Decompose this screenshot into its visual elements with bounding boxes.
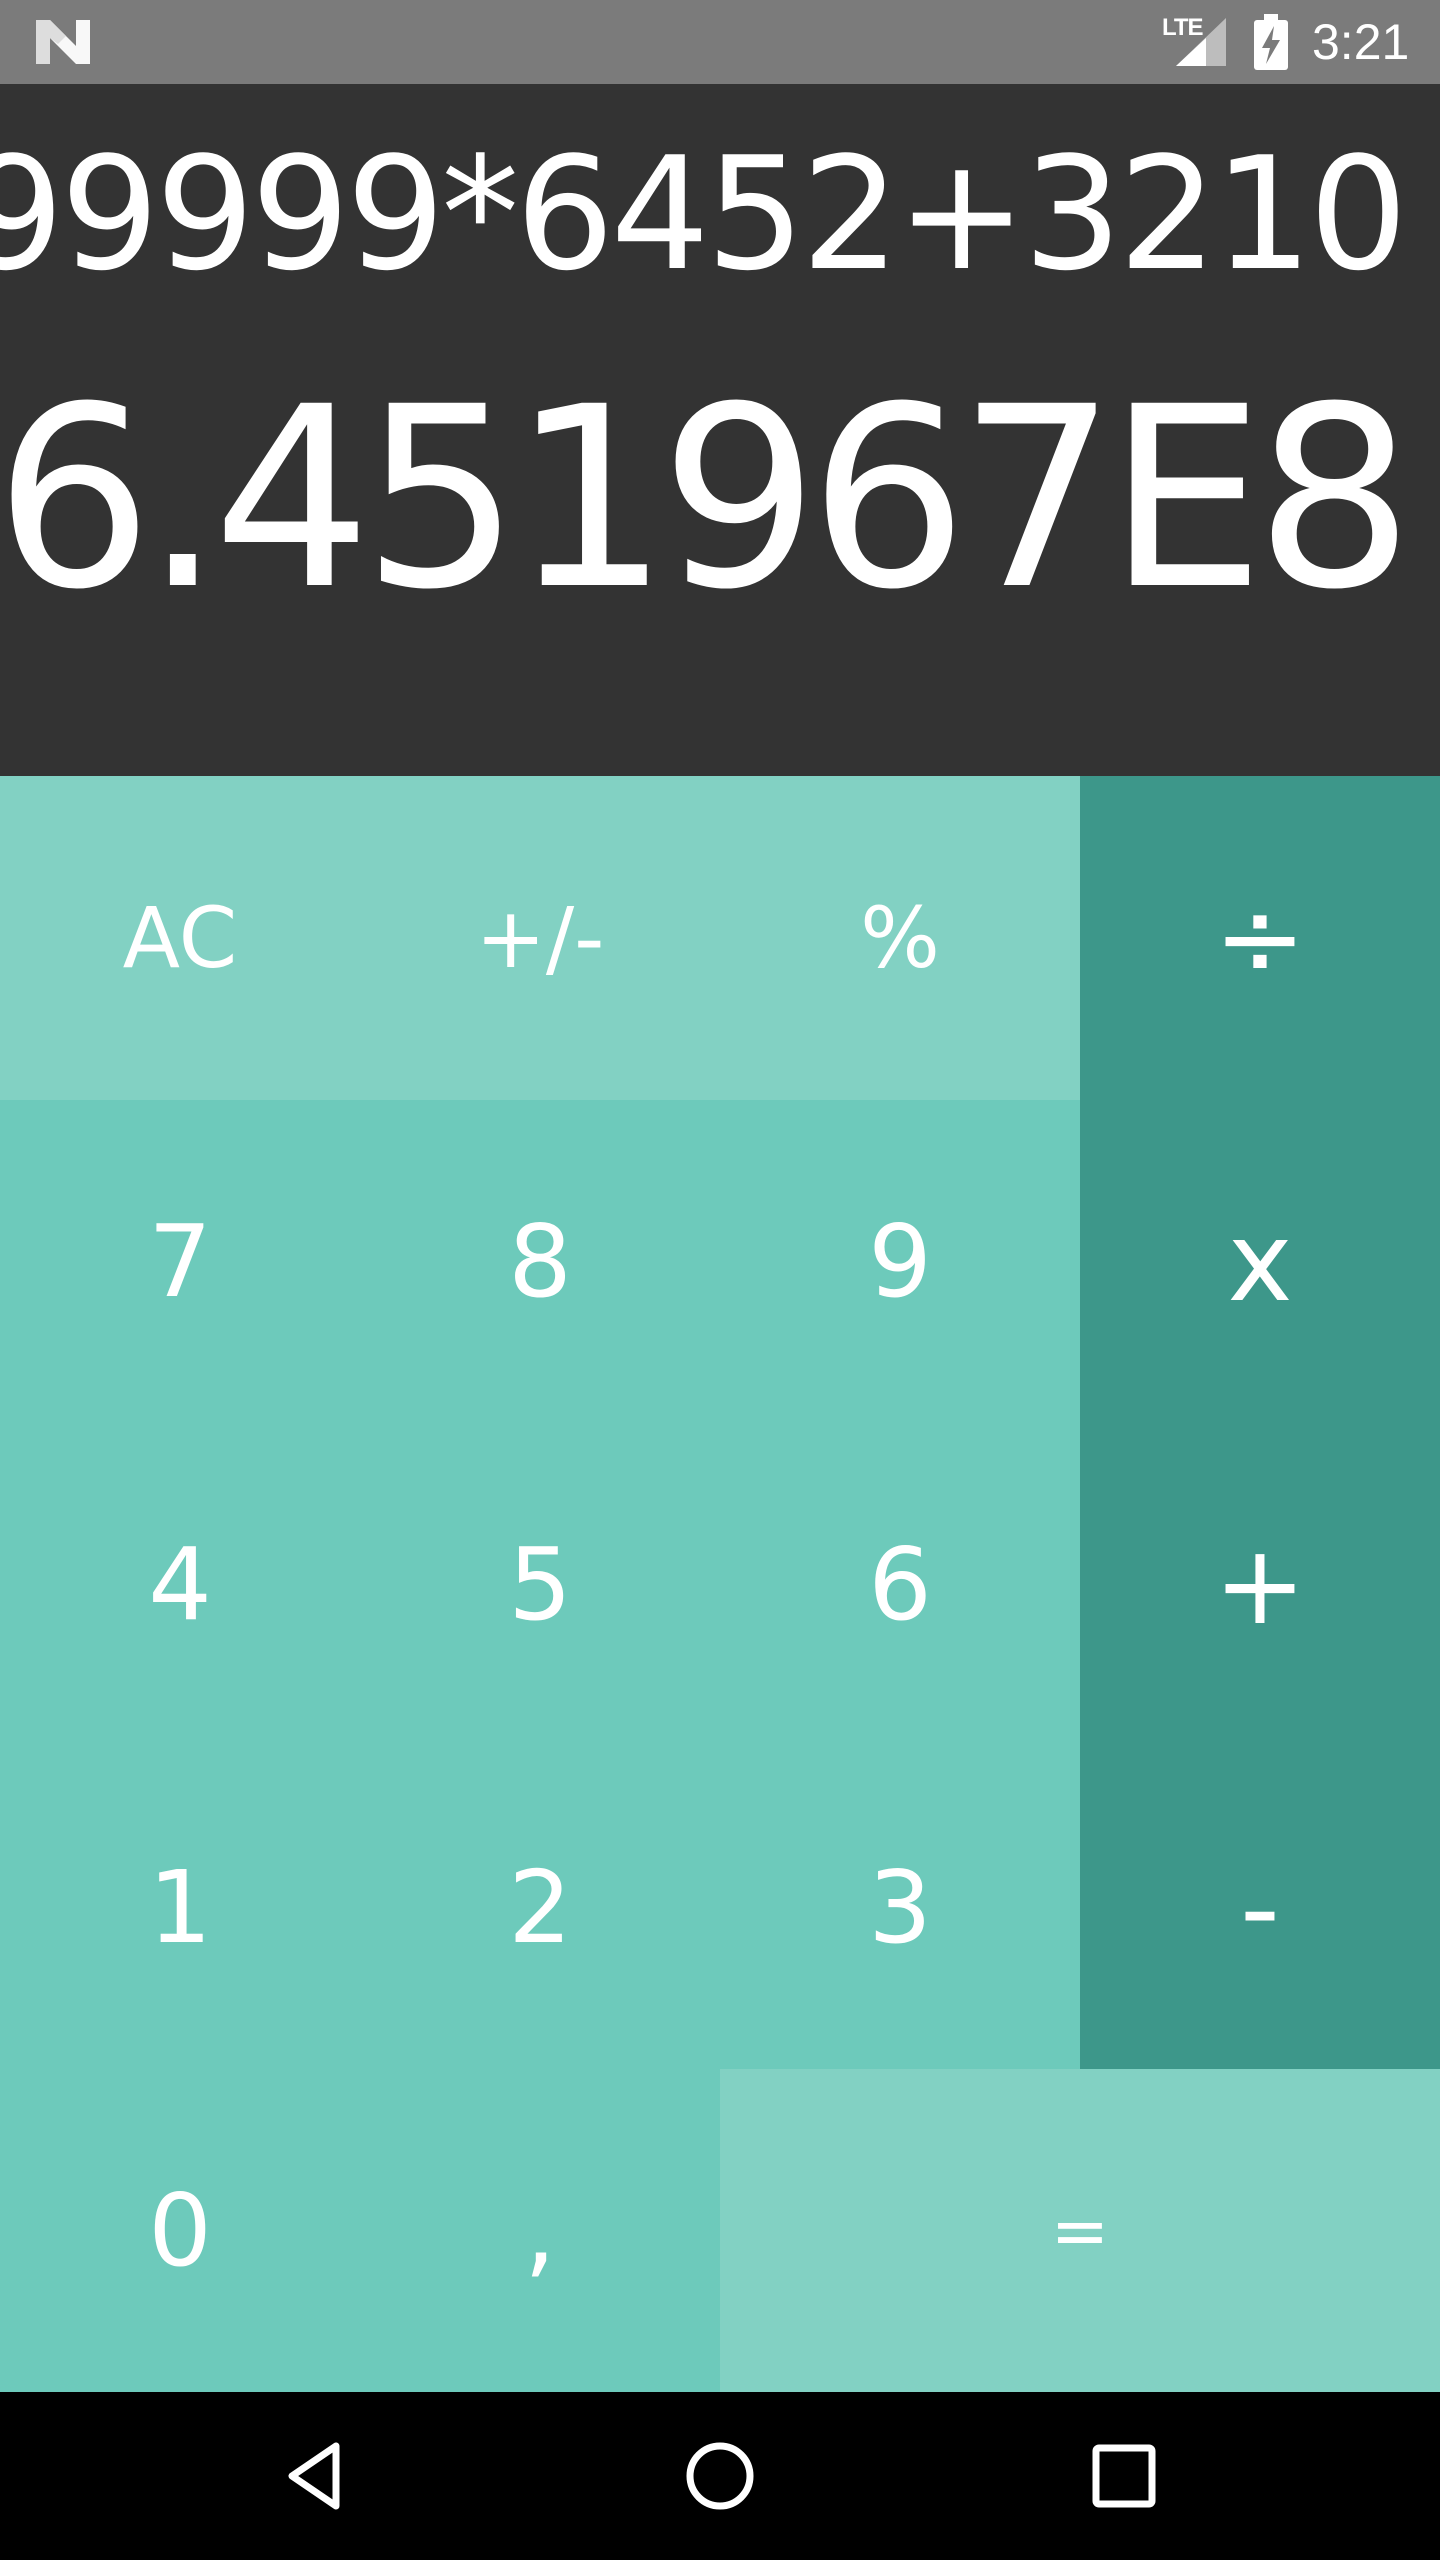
recents-square-icon[interactable]	[1082, 2434, 1166, 2518]
equals-button[interactable]: =	[720, 2069, 1440, 2392]
expression-text: 99999*6452+3210	[0, 123, 1408, 305]
status-bar: LTE 3:21	[0, 0, 1440, 84]
percent-button[interactable]: %	[720, 776, 1080, 1100]
digit-2-button[interactable]: 2	[360, 1746, 720, 2069]
digit-1-button[interactable]: 1	[0, 1746, 360, 2069]
home-circle-icon[interactable]	[678, 2434, 762, 2518]
battery-charging-icon	[1254, 14, 1288, 70]
navigation-bar	[0, 2392, 1440, 2560]
plus-button[interactable]: +	[1080, 1423, 1440, 1746]
digit-8-button[interactable]: 8	[360, 1100, 720, 1423]
minus-button[interactable]: -	[1080, 1746, 1440, 2069]
digit-0-button[interactable]: 0	[0, 2069, 360, 2392]
android-n-icon	[36, 20, 90, 64]
back-triangle-icon[interactable]	[274, 2434, 358, 2518]
divide-button[interactable]: ÷	[1080, 776, 1440, 1100]
digit-7-button[interactable]: 7	[0, 1100, 360, 1423]
sign-toggle-button[interactable]: +/-	[360, 776, 720, 1100]
digit-5-button[interactable]: 5	[360, 1423, 720, 1746]
result-text: 6.451967E8	[0, 353, 1414, 644]
clock: 3:21	[1312, 14, 1410, 70]
digit-3-button[interactable]: 3	[720, 1746, 1080, 2069]
keypad: AC +/- % ÷ 7 8 9 x 4 5 6 + 1 2 3 - 0 , =	[0, 776, 1440, 2392]
ac-button[interactable]: AC	[0, 776, 360, 1100]
digit-9-button[interactable]: 9	[720, 1100, 1080, 1423]
calculator-display: 99999*6452+3210 6.451967E8	[0, 84, 1440, 776]
digit-6-button[interactable]: 6	[720, 1423, 1080, 1746]
decimal-button[interactable]: ,	[360, 2069, 720, 2392]
digit-4-button[interactable]: 4	[0, 1423, 360, 1746]
multiply-button[interactable]: x	[1080, 1100, 1440, 1423]
cell-signal-icon	[1176, 18, 1226, 66]
